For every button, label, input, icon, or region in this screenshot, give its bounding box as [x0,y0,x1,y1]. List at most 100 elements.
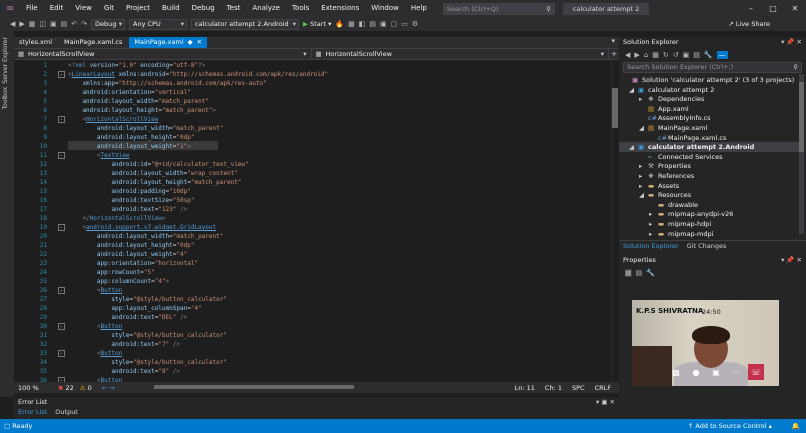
pin-icon[interactable]: ◆ [188,38,193,46]
tree-item[interactable]: ▬ drawable [649,200,698,210]
tree-item[interactable]: ▸ ▬ mipmap-anydpi-v26 [649,209,733,219]
menu-extensions[interactable]: Extensions [315,0,365,17]
tree-item[interactable]: ▸ ▬ mipmap-hdpi [649,219,711,229]
configuration-dropdown[interactable]: Debug ▾ [91,18,126,30]
code-line[interactable]: android:layout_width="match_parent" [68,124,223,133]
code-line[interactable]: android:layout_width="wrap_content" [68,169,237,178]
menu-test[interactable]: Test [221,0,247,17]
tree-scrollbar-thumb[interactable] [799,82,804,152]
comment-icon[interactable]: ▤ [369,20,376,28]
wrench-icon[interactable]: 🔧 [646,269,655,277]
tree-item[interactable]: ▸▬mipmap-xhdpi [649,238,715,240]
code-line[interactable]: <HorizontalScrollView [68,115,158,124]
camera-icon[interactable]: ▩ [668,364,684,380]
close-icon[interactable]: ✕ [784,4,806,13]
expand-toggle-icon[interactable]: ▸ [649,209,658,219]
code-line[interactable]: </HorizontalScrollView> [68,214,165,223]
zoom-level[interactable]: 100 % [14,384,58,392]
undo-icon[interactable]: ↶ [71,20,77,28]
tab-mainpage-xaml[interactable]: MainPage.xaml ◆ ✕ [129,37,208,48]
expand-toggle-icon[interactable]: ▸ [649,238,658,240]
code-line[interactable]: app:orientation="horizontal" [68,259,198,268]
code-line[interactable]: android:layout_width="match_parent" [68,97,208,106]
solution-explorer-search[interactable]: Search Solution Explorer (Ctrl+;) ⚲ [623,62,802,73]
code-editor[interactable]: 1 2 3 4 5 6 7 8 9 10 11 12 13 14 15 16 17 18 19 20 21 22 23 24 2… [14,60,619,382]
code-line[interactable]: android:layout_height="0dp" [68,241,195,250]
code-line[interactable]: android:id="@+id/calculator_text_view" [68,160,248,169]
fold-toggle-icon[interactable]: - [58,287,65,294]
menu-project[interactable]: Project [120,0,156,17]
tree-item[interactable]: ◢ ▤ MainPage.xaml [639,123,707,133]
hot-reload-icon[interactable]: 🔥 [335,20,344,28]
tree-item[interactable]: c#AssemblyInfo.cs [639,113,711,123]
code-line[interactable]: android:layout_height="match_parent" [68,178,241,187]
tree-item[interactable]: ▤ App.xaml [639,104,689,114]
tab-overflow-dropdown-icon[interactable]: ▾ [611,37,615,45]
code-line[interactable]: <TextView [68,151,130,160]
horizontal-scrollbar-thumb[interactable] [154,385,354,389]
tree-item[interactable]: ▣ Solution 'calculator attempt 2' (3 of 3… [623,75,794,85]
expand-toggle-icon[interactable]: ▸ [639,161,648,171]
vertical-scrollbar-thumb[interactable] [612,88,618,128]
code-line[interactable]: style="@style/button_calculator" [68,295,227,304]
fold-toggle-icon[interactable]: - [58,350,65,357]
menu-window[interactable]: Window [365,0,405,17]
fold-toggle-icon[interactable]: - [58,71,65,78]
search-box[interactable]: Search (Ctrl+Q) ⚲ [442,2,555,15]
tree-item[interactable]: ◢ ▣ calculator attempt 2.Android [619,142,799,153]
code-line[interactable]: android:text="DEL" /> [68,313,187,322]
video-call-overlay[interactable]: K.P.S SHIVRATNA 24:50 ▩ ● ▣ ⋯ ☏ [632,300,779,386]
tree-item[interactable]: ▸ ▬ mipmap-mdpi [649,229,713,239]
microphone-icon[interactable]: ● [688,364,704,380]
code-line[interactable]: <android.support.v7.widget.GridLayout [68,223,216,232]
code-line[interactable]: app:columnCount="4"> [68,277,169,286]
save-all-icon[interactable]: ▤ [61,20,68,28]
expand-toggle-icon[interactable]: ▸ [649,229,658,239]
menu-git[interactable]: Git [98,0,120,17]
add-to-source-control-button[interactable]: ↑ Add to Source Control ▴ [688,422,772,430]
code-line[interactable]: android:padding="10dp" [68,187,191,196]
start-button[interactable]: ▶ Start ▾ [303,20,331,28]
categorized-icon[interactable]: ▦ [625,269,632,277]
menu-build[interactable]: Build [156,0,186,17]
tab-git-changes[interactable]: Git Changes [683,241,731,251]
menu-view[interactable]: View [69,0,98,17]
maximize-icon[interactable]: □ [762,4,784,13]
layout-icon[interactable]: ▦ [348,20,355,28]
code-line[interactable]: <Button [68,349,122,358]
home-icon[interactable]: ⌂ [644,51,648,59]
code-line[interactable]: android:text="7" /> [68,340,180,349]
code-line[interactable]: <LinearLayout xmlns:android="http://sche… [68,70,328,79]
tab-error-list[interactable]: Error List [14,407,51,417]
notifications-icon[interactable]: 🔔 [792,422,800,430]
expand-toggle-icon[interactable]: ◢ [629,85,638,95]
menu-edit[interactable]: Edit [44,0,70,17]
back-icon[interactable]: ◀ [625,51,630,59]
startup-project-dropdown[interactable]: calculator attempt 2.Android ▾ [191,18,300,30]
tab-solution-explorer[interactable]: Solution Explorer [619,241,683,251]
menu-debug[interactable]: Debug [186,0,221,17]
warning-count[interactable]: 0 [88,384,92,392]
code-line[interactable]: android:layout_height="0dp" [68,133,195,142]
sync-icon[interactable]: ↻ [663,51,669,59]
more-options-icon[interactable]: ⋯ [728,364,744,380]
code-line[interactable]: android:text="123" /> [68,205,187,214]
menu-analyze[interactable]: Analyze [246,0,286,17]
panel-controls[interactable]: ▾ 📌 ✕ [781,255,802,266]
switch-views-icon[interactable]: ▦ [652,51,659,59]
tree-item[interactable]: ▸ ⚒ Properties [639,161,691,171]
code-line[interactable]: android:layout_weight="4" [68,250,187,259]
expand-toggle-icon[interactable]: ◢ [629,142,638,152]
code-line[interactable]: <?xml version="1.0" encoding="utf-8"?> [68,61,205,70]
code-line[interactable]: android:layout_weight="1"> [68,142,191,151]
monitor-icon[interactable]: ▭ [401,20,408,28]
code-line[interactable]: app:rowCount="5" [68,268,155,277]
share-screen-icon[interactable]: ▣ [708,364,724,380]
end-call-icon[interactable]: ☏ [748,364,764,380]
menu-help[interactable]: Help [405,0,433,17]
tree-item[interactable]: ◢ ▣ calculator attempt 2 [629,85,714,95]
menu-tools[interactable]: Tools [286,0,315,17]
tree-item[interactable]: ▸ ❖ References [639,171,694,181]
save-icon[interactable]: ▣ [50,20,57,28]
tab-mainpage-xaml-cs[interactable]: MainPage.xaml.cs [59,37,127,48]
